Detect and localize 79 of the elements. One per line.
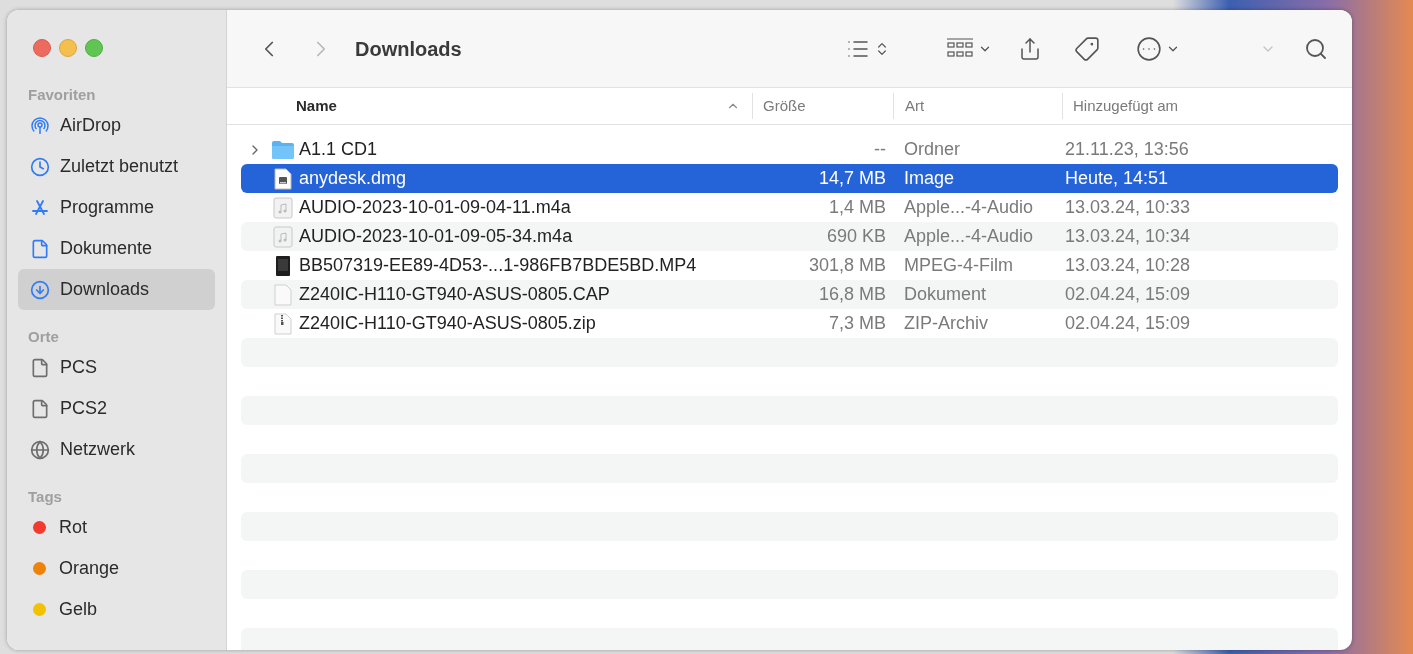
section-heading: Tags	[27, 487, 63, 507]
file-type: Dokument	[903, 283, 988, 306]
close-button[interactable]	[33, 39, 51, 57]
section-heading: Favoriten	[27, 85, 97, 105]
date-added: 21.11.23, 13:56	[1064, 138, 1189, 161]
sidebar-item[interactable]: Rot	[18, 507, 215, 548]
date-added: 13.03.24, 10:28	[1064, 254, 1191, 277]
tag-icon	[1074, 35, 1100, 62]
file-type: ZIP-Archiv	[903, 312, 989, 335]
file-size: 1,4 MB	[827, 196, 886, 219]
file-size: 301,8 MB	[807, 254, 886, 277]
share-icon	[1018, 35, 1042, 62]
file-name: AUDIO-2023-10-01-09-04-11.m4a	[299, 196, 571, 219]
column-header[interactable]: Name	[227, 93, 752, 119]
section-heading: Orte	[27, 327, 60, 347]
sidebar-item[interactable]: Programme	[18, 187, 215, 228]
disk-image-icon	[272, 167, 293, 190]
window-title: Downloads	[355, 36, 462, 62]
file-size: 16,8 MB	[817, 283, 886, 306]
download-icon	[30, 279, 50, 300]
file-row[interactable]: anydesk.dmg 14,7 MB Image Heute, 14:51	[241, 164, 1338, 193]
sidebar-item[interactable]: Gelb	[18, 589, 215, 630]
sidebar-item[interactable]: Dokumente	[18, 228, 215, 269]
sidebar-item[interactable]: Downloads	[18, 269, 215, 310]
file-row[interactable]: AUDIO-2023-10-01-09-05-34.m4a 690 KB Apple...-4-Audio 13.03.24, 10:34	[241, 222, 1338, 251]
date-added: 02.04.24, 15:09	[1064, 283, 1191, 306]
ellipsis-icon	[1136, 35, 1162, 62]
file-type: Image	[903, 167, 956, 190]
file-row[interactable]: AUDIO-2023-10-01-09-04-11.m4a 1,4 MB Apple...-4-Audio 13.03.24, 10:33	[241, 193, 1338, 222]
globe-icon	[30, 439, 50, 460]
share-button[interactable]	[1018, 35, 1042, 62]
file-size: 690 KB	[825, 225, 886, 248]
file-name: anydesk.dmg	[299, 167, 407, 190]
sidebar-item[interactable]: AirDrop	[18, 105, 215, 146]
file-size: 7,3 MB	[827, 312, 886, 335]
column-header[interactable]: Hinzugefügt am	[1062, 93, 1352, 119]
date-added: 02.04.24, 15:09	[1064, 312, 1191, 335]
zip-file-icon	[272, 312, 293, 335]
grid-icon	[946, 37, 974, 60]
search-icon	[1304, 36, 1328, 61]
date-added: Heute, 14:51	[1064, 167, 1169, 190]
file-size: 14,7 MB	[817, 167, 886, 190]
file-size: --	[873, 138, 886, 161]
sidebar-item[interactable]: Orange	[18, 548, 215, 589]
more-button[interactable]	[1136, 35, 1180, 62]
file-row[interactable]: A1.1 CD1 -- Ordner 21.11.23, 13:56	[241, 135, 1338, 164]
file-row[interactable]: Z240IC-H110-GT940-ASUS-0805.zip 7,3 MB ZIP-Archiv 02.04.24, 15:09	[241, 309, 1338, 338]
file-type: Apple...-4-Audio	[903, 225, 1035, 248]
file-type: MPEG-4-Film	[903, 254, 1014, 277]
blank-file-icon	[272, 283, 293, 306]
sidebar-item[interactable]: PCS2	[18, 388, 215, 429]
file-type: Ordner	[903, 138, 962, 161]
file-row[interactable]: BB507319-EE89-4D53-...1-986FB7BDE5BD.MP4 301,8 MB MPEG-4-Film 13.03.24, 10:28	[241, 251, 1338, 280]
file-name: AUDIO-2023-10-01-09-05-34.m4a	[299, 225, 573, 248]
folder-icon	[270, 139, 295, 160]
file-name: Z240IC-H110-GT940-ASUS-0805.zip	[299, 312, 596, 335]
document-icon	[30, 357, 50, 378]
file-name: BB507319-EE89-4D53-...1-986FB7BDE5BD.MP4	[299, 254, 697, 277]
document-icon	[30, 238, 50, 259]
file-name: A1.1 CD1	[299, 138, 378, 161]
group-button[interactable]	[946, 37, 992, 60]
sidebar-item[interactable]: PCS	[18, 347, 215, 388]
audio-file-icon	[272, 225, 293, 248]
search-button[interactable]	[1304, 36, 1328, 61]
column-header[interactable]: Größe	[752, 93, 893, 119]
sidebar-item[interactable]: Zuletzt benutzt	[18, 146, 215, 187]
sidebar-item[interactable]: Netzwerk	[18, 429, 215, 470]
date-added: 13.03.24, 10:34	[1064, 225, 1191, 248]
column-header[interactable]: Art	[893, 93, 1062, 119]
date-added: 13.03.24, 10:33	[1064, 196, 1191, 219]
file-type: Apple...-4-Audio	[903, 196, 1035, 219]
file-row[interactable]: Z240IC-H110-GT940-ASUS-0805.CAP 16,8 MB Dokument 02.04.24, 15:09	[241, 280, 1338, 309]
clock-icon	[30, 156, 50, 177]
file-name: Z240IC-H110-GT940-ASUS-0805.CAP	[299, 283, 610, 306]
document-icon	[30, 398, 50, 419]
airdrop-icon	[30, 115, 50, 136]
audio-file-icon	[272, 196, 293, 219]
apps-icon	[30, 197, 50, 218]
tag-button[interactable]	[1074, 35, 1100, 62]
